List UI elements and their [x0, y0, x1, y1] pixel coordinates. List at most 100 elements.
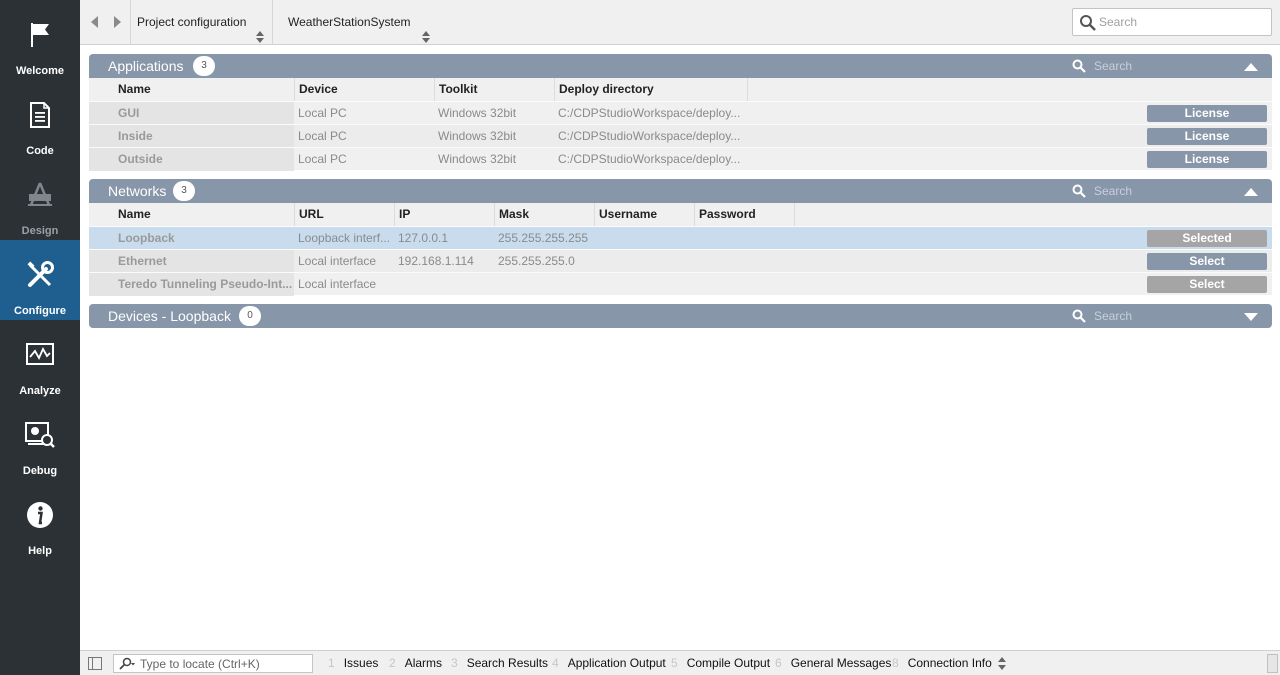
maximize-output-icon[interactable]: [1267, 654, 1278, 673]
network-username: [594, 273, 692, 296]
locator[interactable]: [113, 654, 313, 673]
collapse-icon[interactable]: [1244, 186, 1258, 196]
tab-label: General Messages: [790, 656, 892, 670]
mode-design: Design: [0, 160, 80, 240]
toggle-sidebar-icon[interactable]: [88, 657, 102, 670]
tab-number: 8: [892, 656, 899, 670]
app-toolkit: Windows 32bit: [438, 129, 517, 143]
output-tab-compile-output[interactable]: 5 Compile Output: [671, 651, 770, 675]
output-tab-connection-info[interactable]: 8 Connection Info: [892, 651, 992, 675]
networks-search-input[interactable]: [1094, 181, 1214, 201]
table-row[interactable]: Loopback Loopback interf... 127.0.0.1 25…: [89, 226, 1272, 250]
output-tab-issues[interactable]: 1 Issues: [328, 651, 378, 675]
mode-selector-sidebar: Welcome Code Design Configure Analyze De…: [0, 0, 80, 675]
collapse-icon[interactable]: [1244, 61, 1258, 71]
locator-input[interactable]: [140, 656, 308, 671]
network-password: [694, 227, 792, 250]
document-icon: [24, 98, 56, 132]
mode-debug[interactable]: Debug: [0, 400, 80, 480]
devices-search-input[interactable]: [1094, 306, 1214, 326]
mode-help[interactable]: Help: [0, 480, 80, 560]
networks-header[interactable]: Networks 3: [89, 179, 1272, 203]
network-url: Local interface: [298, 277, 377, 291]
global-search-box[interactable]: [1072, 8, 1272, 36]
table-row[interactable]: Teredo Tunneling Pseudo-Int... Local int…: [89, 272, 1272, 296]
mode-analyze[interactable]: Analyze: [0, 320, 80, 400]
selected-button[interactable]: Selected: [1147, 230, 1267, 247]
updown-arrows-icon: [256, 17, 264, 43]
column-header[interactable]: Password: [695, 203, 795, 226]
forward-arrow-icon[interactable]: [111, 15, 123, 29]
system-selector[interactable]: WeatherStationSystem: [273, 0, 438, 45]
license-button[interactable]: License: [1147, 151, 1267, 168]
networks-section: Networks 3 Name URL IP Mask Username Pas…: [89, 179, 1272, 296]
updown-arrows-icon[interactable]: [998, 657, 1006, 670]
network-ip: [394, 273, 492, 296]
mode-label: Code: [26, 145, 54, 157]
networks-search[interactable]: [1072, 181, 1222, 201]
mode-label: Help: [28, 545, 52, 557]
app-deploy-dir: C:/CDPStudioWorkspace/deploy...: [558, 152, 741, 166]
table-row[interactable]: GUI Local PC Windows 32bit C:/CDPStudioW…: [89, 101, 1272, 125]
column-header[interactable]: URL: [295, 203, 395, 226]
table-row[interactable]: Inside Local PC Windows 32bit C:/CDPStud…: [89, 124, 1272, 148]
column-header[interactable]: Toolkit: [435, 78, 555, 101]
tab-label: Compile Output: [686, 656, 771, 670]
column-header[interactable]: Device: [295, 78, 435, 101]
network-name: Loopback: [118, 231, 175, 245]
output-tab-search-results[interactable]: 3 Search Results: [451, 651, 548, 675]
table-row[interactable]: Ethernet Local interface 192.168.1.114 2…: [89, 249, 1272, 273]
column-header[interactable]: IP: [395, 203, 495, 226]
column-header[interactable]: Mask: [495, 203, 595, 226]
select-button[interactable]: Select: [1147, 253, 1267, 270]
column-header[interactable]: Name: [114, 78, 295, 101]
applications-search[interactable]: [1072, 56, 1222, 76]
network-url: Loopback interf...: [298, 231, 391, 245]
project-selector[interactable]: Project configuration: [130, 0, 273, 45]
updown-arrows-icon: [422, 17, 430, 43]
output-tab-application-output[interactable]: 4 Application Output: [552, 651, 666, 675]
mode-configure[interactable]: Configure: [0, 240, 80, 320]
mode-code[interactable]: Code: [0, 80, 80, 160]
app-name: GUI: [118, 106, 140, 120]
license-button[interactable]: License: [1147, 105, 1267, 122]
applications-header[interactable]: Applications 3: [89, 54, 1272, 78]
back-arrow-icon[interactable]: [89, 15, 101, 29]
app-toolkit: Windows 32bit: [438, 106, 517, 120]
tab-label: Connection Info: [907, 656, 992, 670]
info-icon: [24, 498, 56, 532]
project-selector-label: Project configuration: [137, 15, 247, 29]
search-icon: [1072, 184, 1086, 198]
mode-label: Debug: [22, 465, 58, 477]
global-search-input[interactable]: [1099, 13, 1264, 31]
devices-header[interactable]: Devices - Loopback 0: [89, 304, 1272, 328]
network-name: Ethernet: [118, 254, 167, 268]
expand-icon[interactable]: [1244, 311, 1258, 321]
app-name: Inside: [118, 129, 153, 143]
tools-icon: [24, 258, 56, 292]
count-badge: 0: [239, 306, 261, 326]
tab-number: 2: [389, 656, 396, 670]
license-button[interactable]: License: [1147, 128, 1267, 145]
mode-welcome[interactable]: Welcome: [0, 0, 80, 80]
network-username: [594, 227, 692, 250]
tab-label: Application Output: [567, 656, 666, 670]
table-row[interactable]: Outside Local PC Windows 32bit C:/CDPStu…: [89, 147, 1272, 171]
column-header[interactable]: Deploy directory: [555, 78, 748, 101]
network-name: Teredo Tunneling Pseudo-Int...: [118, 277, 292, 291]
select-button[interactable]: Select: [1147, 276, 1267, 293]
tab-number: 5: [671, 656, 678, 670]
app-deploy-dir: C:/CDPStudioWorkspace/deploy...: [558, 129, 741, 143]
output-tab-general-messages[interactable]: 6 General Messages: [775, 651, 891, 675]
tab-label: Issues: [343, 656, 379, 670]
count-badge: 3: [193, 56, 215, 76]
flag-icon: [24, 18, 56, 52]
mode-label: Analyze: [19, 385, 61, 397]
applications-section: Applications 3 Name Device Toolkit Deplo…: [89, 54, 1272, 171]
applications-search-input[interactable]: [1094, 56, 1214, 76]
devices-search[interactable]: [1072, 306, 1222, 326]
design-icon: [24, 178, 56, 212]
column-header[interactable]: Name: [114, 203, 295, 226]
column-header[interactable]: Username: [595, 203, 695, 226]
output-tab-alarms[interactable]: 2 Alarms: [389, 651, 442, 675]
